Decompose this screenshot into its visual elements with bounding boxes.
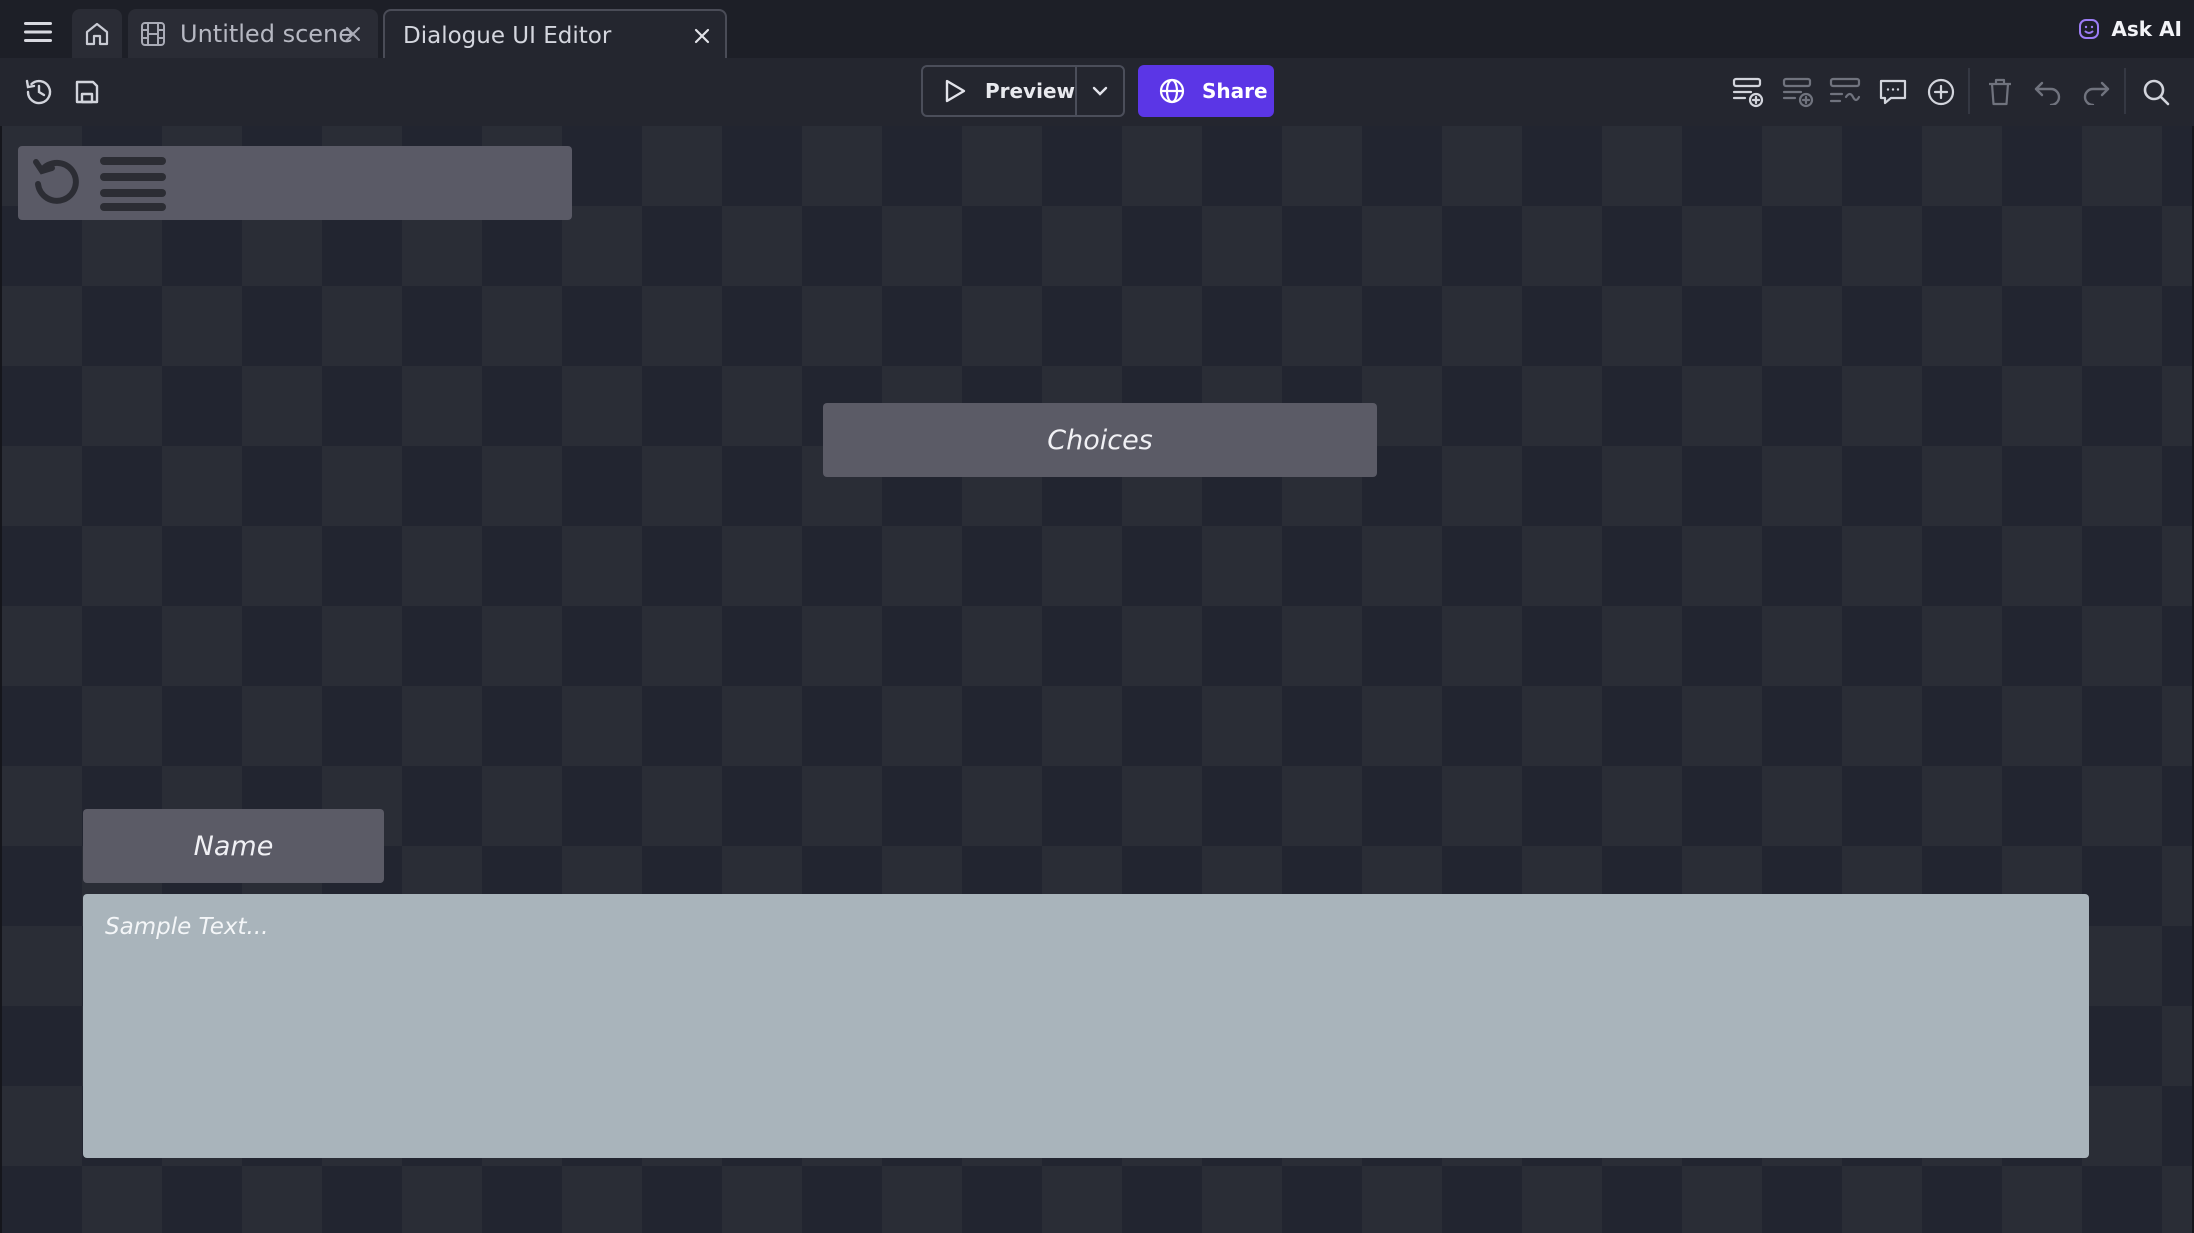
save-icon: [75, 80, 99, 104]
delete-button[interactable]: [1980, 72, 2020, 112]
connector-icon: [1829, 77, 1861, 103]
redo-button[interactable]: [2076, 72, 2116, 112]
hud-bar-element[interactable]: [18, 146, 572, 220]
main-menu-button[interactable]: [18, 14, 58, 50]
dialogue-text-element[interactable]: Sample Text...: [83, 894, 2089, 1158]
film-icon: [141, 22, 165, 46]
share-button[interactable]: Share: [1138, 65, 1274, 117]
tab-dialogue-ui-editor[interactable]: Dialogue UI Editor: [383, 9, 727, 61]
toolbar: Preview Share: [0, 58, 2194, 126]
close-tab-button[interactable]: [340, 21, 366, 47]
hamburger-menu-icon: [24, 22, 52, 42]
tab-label: Dialogue UI Editor: [403, 23, 612, 49]
redo-icon: [2083, 81, 2110, 105]
ask-ai-button[interactable]: Ask AI: [2077, 14, 2182, 44]
add-element-button[interactable]: [1921, 72, 1961, 112]
tab-bar: Untitled scene Dialogue UI Editor Ask AI: [0, 0, 2194, 61]
search-icon: [2143, 79, 2170, 106]
preview-options-dropdown[interactable]: [1077, 67, 1123, 115]
menu-list-icon[interactable]: [100, 155, 166, 211]
save-button[interactable]: [67, 72, 107, 112]
restart-icon[interactable]: [28, 154, 86, 212]
chevron-down-icon: [1092, 86, 1108, 96]
home-icon: [85, 22, 109, 46]
trash-icon: [1989, 78, 2011, 106]
speech-bubble-icon: [1879, 79, 1907, 105]
preview-label: Preview: [984, 79, 1075, 103]
connect-button[interactable]: [1825, 72, 1865, 112]
ai-assistant-icon: [2079, 19, 2100, 39]
plus-circle-icon: [1927, 78, 1955, 106]
preview-button[interactable]: Preview: [923, 67, 1077, 115]
tab-untitled-scene[interactable]: Untitled scene: [128, 9, 378, 59]
toolbar-divider: [1968, 68, 1970, 114]
preview-group: Preview: [921, 65, 1125, 117]
name-label: Name: [193, 830, 274, 862]
search-button[interactable]: [2136, 72, 2176, 112]
choices-label: Choices: [1047, 424, 1153, 456]
add-column-button[interactable]: [1778, 72, 1818, 112]
name-element[interactable]: Name: [83, 809, 384, 883]
globe-icon: [1159, 78, 1185, 104]
add-block-icon: [1782, 77, 1814, 108]
add-row-icon: [1732, 77, 1764, 108]
add-dialogue-button[interactable]: [1873, 72, 1913, 112]
close-tab-button[interactable]: [689, 23, 715, 49]
home-tab[interactable]: [72, 9, 122, 59]
history-button[interactable]: [19, 72, 59, 112]
close-icon: [694, 28, 710, 44]
undo-icon: [2034, 81, 2061, 105]
tab-label: Untitled scene: [180, 20, 354, 48]
share-label: Share: [1202, 79, 1268, 103]
ask-ai-label: Ask AI: [2111, 17, 2182, 41]
dialogue-ui-canvas[interactable]: Choices Name Sample Text...: [0, 126, 2194, 1233]
history-icon: [25, 79, 52, 105]
dialogue-sample-text: Sample Text...: [105, 914, 269, 940]
undo-button[interactable]: [2028, 72, 2068, 112]
play-icon: [945, 79, 966, 103]
choices-element[interactable]: Choices: [823, 403, 1377, 477]
add-row-button[interactable]: [1728, 72, 1768, 112]
toolbar-divider: [2124, 68, 2126, 114]
close-icon: [346, 27, 360, 41]
